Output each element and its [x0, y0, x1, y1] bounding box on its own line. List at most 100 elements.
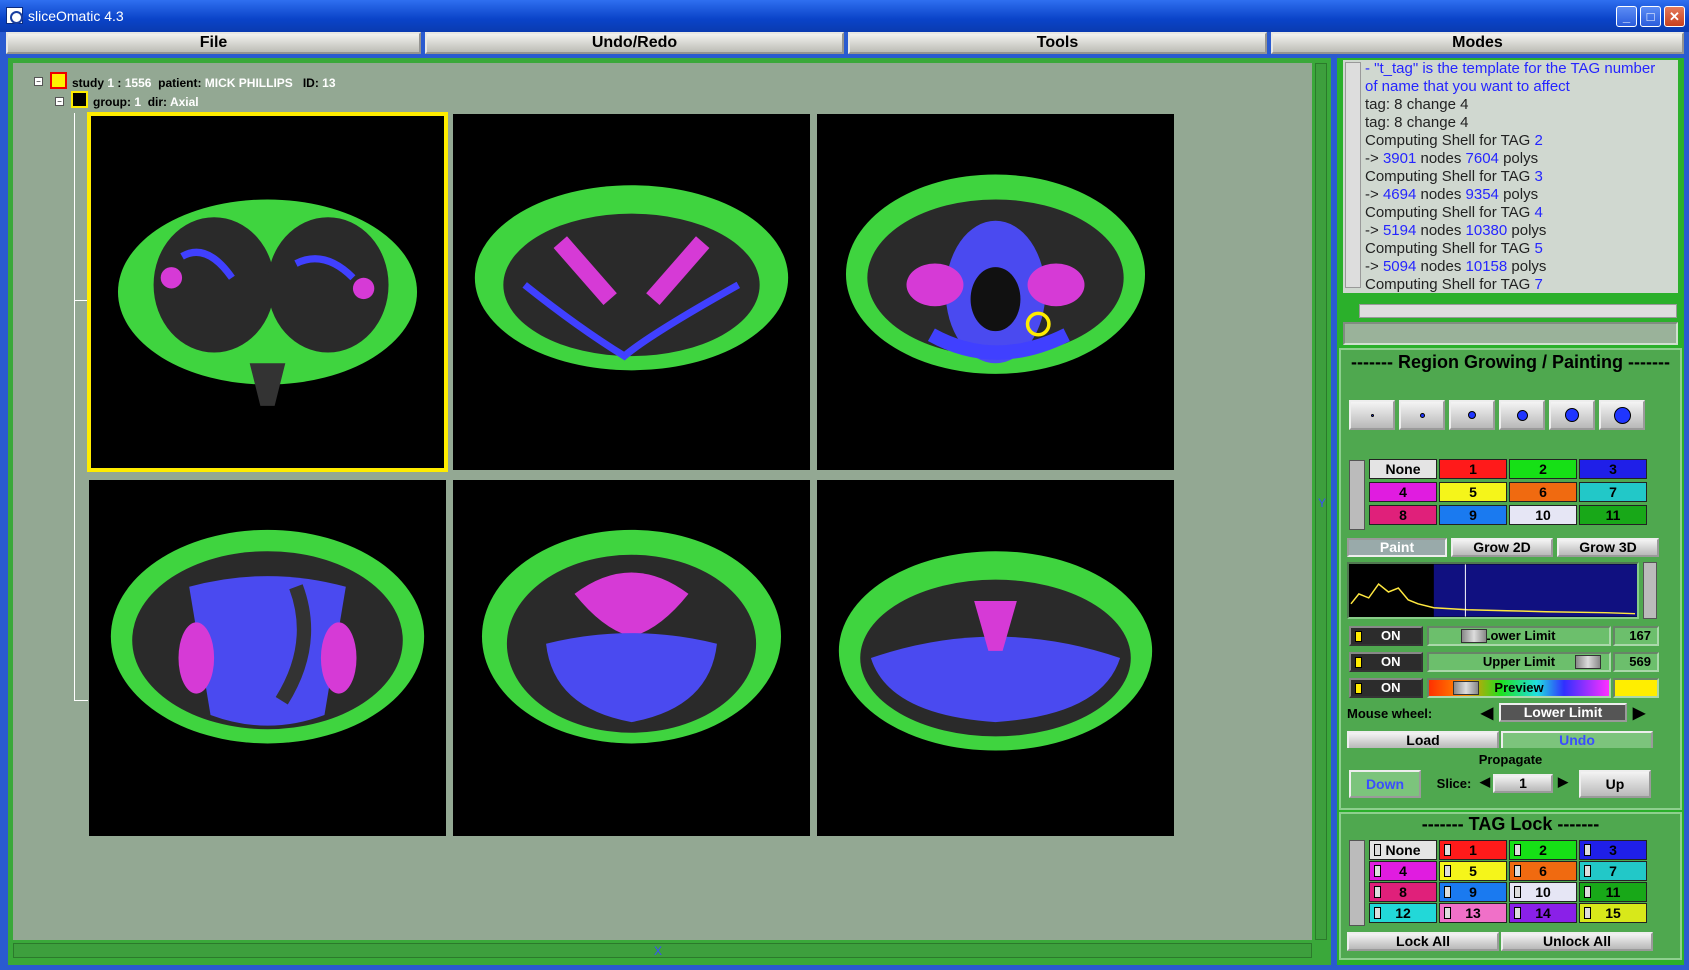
tag-6-button[interactable]: 6: [1509, 482, 1577, 502]
title-bar: sliceOmatic 4.3 _ □ ✕: [0, 0, 1689, 32]
tag-lock-4-button[interactable]: 4: [1369, 861, 1437, 881]
slice-next-icon[interactable]: ▶: [1555, 774, 1571, 790]
log-vertical-scrollbar[interactable]: [1345, 62, 1361, 288]
menu-modes[interactable]: Modes: [1271, 32, 1684, 54]
tag-lock-2-button[interactable]: 2: [1509, 840, 1577, 860]
grow-2d-button[interactable]: Grow 2D: [1451, 538, 1553, 557]
maximize-button[interactable]: □: [1640, 6, 1661, 27]
preview-on-toggle[interactable]: ON: [1349, 678, 1423, 698]
message-log: - "t_tag" is the template for the TAG nu…: [1343, 60, 1678, 293]
brush-size-4-button[interactable]: [1499, 400, 1545, 430]
brush-size-5-button[interactable]: [1549, 400, 1595, 430]
histogram-scrollbar[interactable]: [1643, 562, 1657, 619]
tag-lock-1-button[interactable]: 1: [1439, 840, 1507, 860]
tag-lock-14-button[interactable]: 14: [1509, 903, 1577, 923]
slider-knob[interactable]: [1453, 681, 1479, 695]
propagate-down-button[interactable]: Down: [1349, 770, 1421, 798]
tag-1-button[interactable]: 1: [1439, 459, 1507, 479]
vertical-scrollbar[interactable]: Y: [1315, 63, 1327, 940]
log-line: of name that you want to affect: [1365, 78, 1570, 95]
tree-line: [74, 300, 88, 301]
slice-image-1[interactable]: [87, 112, 448, 472]
lower-limit-on-toggle[interactable]: ON: [1349, 626, 1423, 646]
menu-undo-redo[interactable]: Undo/Redo: [425, 32, 844, 54]
tag-lock-5-button[interactable]: 5: [1439, 861, 1507, 881]
slider-knob[interactable]: [1461, 629, 1487, 643]
slider-knob[interactable]: [1575, 655, 1601, 669]
tag-lock-none-button[interactable]: None: [1369, 840, 1437, 860]
slice-image-4[interactable]: [89, 480, 446, 836]
brush-size-6-button[interactable]: [1599, 400, 1645, 430]
menu-tools[interactable]: Tools: [848, 32, 1267, 54]
upper-limit-slider[interactable]: Upper Limit: [1427, 652, 1611, 672]
menu-file[interactable]: File: [6, 32, 421, 54]
paint-mode-button[interactable]: Paint: [1347, 538, 1447, 557]
tag-11-button[interactable]: 11: [1579, 505, 1647, 525]
mouse-wheel-prev-icon[interactable]: ◀: [1477, 703, 1497, 723]
slice-prev-icon[interactable]: ◀: [1477, 774, 1493, 790]
group-node[interactable]: group: 1 dir: Axial: [93, 95, 199, 109]
minimize-button[interactable]: _: [1616, 6, 1637, 27]
log-horizontal-scrollbar[interactable]: [1359, 304, 1677, 318]
tag-lock-6-button[interactable]: 6: [1509, 861, 1577, 881]
propagate-up-button[interactable]: Up: [1579, 770, 1651, 798]
log-line: tag: 8 change 4: [1365, 114, 1469, 131]
tag-lock-3-button[interactable]: 3: [1579, 840, 1647, 860]
lock-icon: [1374, 865, 1381, 877]
slice-image-3[interactable]: [817, 114, 1174, 470]
preview-slider[interactable]: Preview: [1427, 678, 1611, 698]
mouse-wheel-select[interactable]: Lower Limit: [1499, 703, 1627, 722]
close-button[interactable]: ✕: [1664, 6, 1685, 27]
tag-lock-7-button[interactable]: 7: [1579, 861, 1647, 881]
unlock-all-button[interactable]: Unlock All: [1501, 932, 1653, 951]
collapse-study-icon[interactable]: −: [34, 77, 43, 86]
slice-image-6[interactable]: [817, 480, 1174, 836]
brush-size-2-button[interactable]: [1399, 400, 1445, 430]
upper-limit-value[interactable]: 569: [1613, 652, 1659, 672]
lock-icon: [1444, 907, 1451, 919]
tag-7-button[interactable]: 7: [1579, 482, 1647, 502]
preview-color-swatch[interactable]: [1613, 678, 1659, 698]
tag-9-button[interactable]: 9: [1439, 505, 1507, 525]
tag-lock-12-button[interactable]: 12: [1369, 903, 1437, 923]
tag-lock-11-button[interactable]: 11: [1579, 882, 1647, 902]
tree-line: [74, 113, 75, 701]
lock-icon: [1514, 865, 1521, 877]
histogram[interactable]: [1347, 562, 1639, 619]
tag-lock-10-button[interactable]: 10: [1509, 882, 1577, 902]
slice-image-2[interactable]: [453, 114, 810, 470]
tag-none-button[interactable]: None: [1369, 459, 1437, 479]
brush-size-3-button[interactable]: [1449, 400, 1495, 430]
tag-lock-scrollbar[interactable]: [1349, 840, 1365, 926]
tag-lock-13-button[interactable]: 13: [1439, 903, 1507, 923]
lock-icon: [1584, 907, 1591, 919]
tag-10-button[interactable]: 10: [1509, 505, 1577, 525]
mouse-wheel-next-icon[interactable]: ▶: [1629, 703, 1649, 723]
collapse-group-icon[interactable]: −: [55, 97, 64, 106]
command-input[interactable]: [1343, 322, 1678, 345]
log-line: Computing Shell for TAG 5: [1365, 240, 1543, 257]
upper-limit-on-toggle[interactable]: ON: [1349, 652, 1423, 672]
tag-5-button[interactable]: 5: [1439, 482, 1507, 502]
tag-3-button[interactable]: 3: [1579, 459, 1647, 479]
tag-list-scrollbar[interactable]: [1349, 460, 1365, 530]
tag-8-button[interactable]: 8: [1369, 505, 1437, 525]
slice-image-5[interactable]: [453, 480, 810, 836]
grow-3d-button[interactable]: Grow 3D: [1557, 538, 1659, 557]
tag-2-button[interactable]: 2: [1509, 459, 1577, 479]
tag-lock-8-button[interactable]: 8: [1369, 882, 1437, 902]
menu-bar: File Undo/Redo Tools Modes: [6, 32, 1684, 54]
tag-4-button[interactable]: 4: [1369, 482, 1437, 502]
app-window: sliceOmatic 4.3 _ □ ✕ File Undo/Redo Too…: [0, 0, 1689, 970]
tag-lock-15-button[interactable]: 15: [1579, 903, 1647, 923]
log-line: Computing Shell for TAG 3: [1365, 168, 1543, 185]
horizontal-scrollbar[interactable]: X: [13, 943, 1312, 958]
lower-limit-slider[interactable]: Lower Limit: [1427, 626, 1611, 646]
lock-all-button[interactable]: Lock All: [1347, 932, 1499, 951]
lower-limit-value[interactable]: 167: [1613, 626, 1659, 646]
tag-lock-9-button[interactable]: 9: [1439, 882, 1507, 902]
slice-value[interactable]: 1: [1493, 774, 1553, 793]
study-node[interactable]: study 1 : 1556 patient: MICK PHILLIPS ID…: [72, 76, 336, 90]
log-line: -> 3901 nodes 7604 polys: [1365, 150, 1539, 167]
brush-size-1-button[interactable]: [1349, 400, 1395, 430]
